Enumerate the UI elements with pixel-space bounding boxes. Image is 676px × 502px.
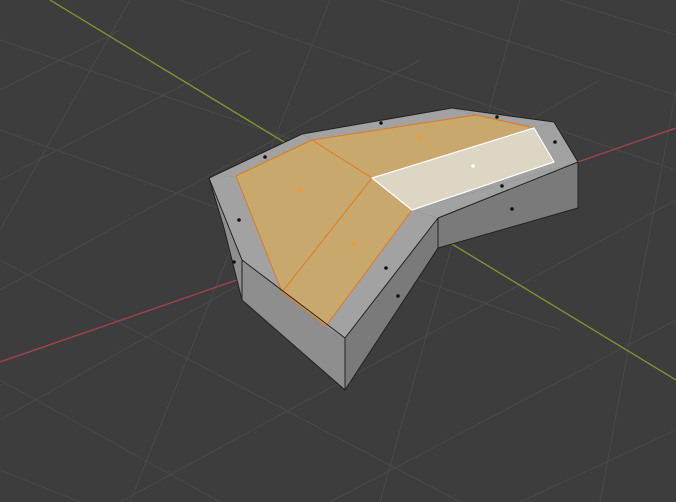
active-face-center-dot xyxy=(471,164,475,168)
edge-midpoint-dot xyxy=(232,260,236,264)
edge-midpoint-dot xyxy=(510,207,514,211)
edge-midpoint-dot xyxy=(500,184,504,188)
selected-face-center-dot xyxy=(418,136,422,140)
edge-midpoint-dot xyxy=(237,218,241,222)
edge-midpoint-dot xyxy=(263,155,267,159)
selected-face-center-dot xyxy=(352,242,356,246)
selected-face-center-dot xyxy=(298,188,302,192)
mesh-object[interactable] xyxy=(208,107,579,391)
edge-midpoint-dot xyxy=(553,140,557,144)
viewport-canvas[interactable] xyxy=(0,0,676,502)
3d-viewport[interactable] xyxy=(0,0,676,502)
edge-midpoint-dot xyxy=(384,266,388,270)
edge-midpoint-dot xyxy=(495,115,499,119)
edge-midpoint-dot xyxy=(396,294,400,298)
edge-midpoint-dot xyxy=(379,121,383,125)
